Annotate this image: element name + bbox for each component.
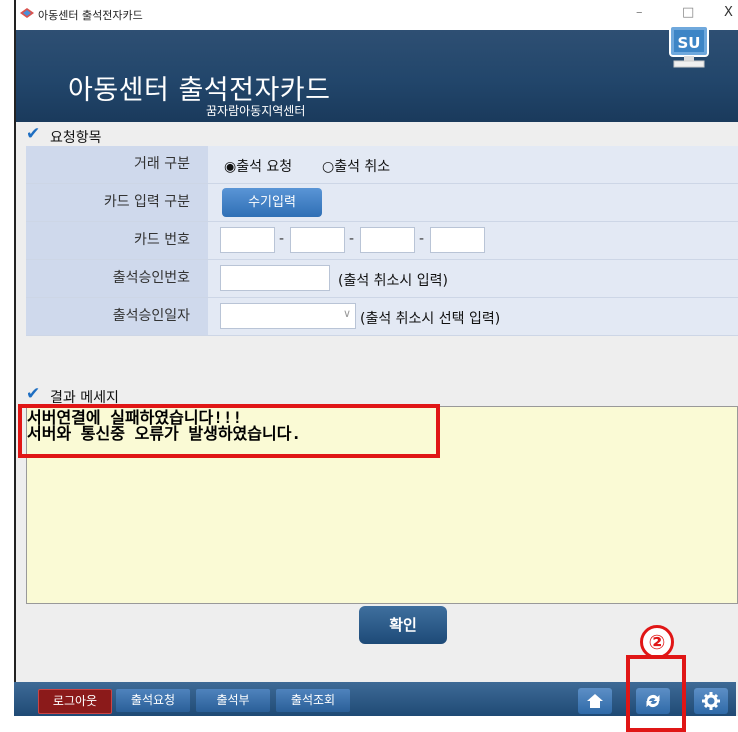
card-number-separator: - [349,231,355,247]
minimize-button[interactable]: – [636,5,643,20]
monitor-logo-icon: SU [668,24,710,72]
gear-icon [702,692,720,710]
center-name: 꿈자람아동지역센터 [206,104,306,118]
refresh-highlight-box [626,655,686,732]
transaction-type-label: 거래 구분 [26,146,208,183]
chevron-down-icon[interactable]: ∨ [343,307,351,320]
settings-button[interactable] [694,688,728,714]
radio-attend-cancel-label: 출석 취소 [334,159,391,175]
approval-date-note: (출석 취소시 선택 입력) [360,311,501,327]
checkmark-icon: ✔ [26,124,41,144]
card-number-separator: - [419,231,425,247]
approval-number-input[interactable] [220,265,330,291]
app-icon [20,8,34,21]
result-section-header: ✔ 결과 메세지 [16,384,738,406]
window-titlebar: 아동센터 출석전자카드 – □ X [16,0,738,30]
request-section-label: 요청항목 [50,130,102,146]
attend-request-button[interactable]: 출석요청 [116,689,190,712]
app-window: 아동센터 출석전자카드 – □ X 아동센터 출석전자카드 꿈자람아동지역센터 … [14,0,738,716]
card-input-type-label: 카드 입력 구분 [26,184,208,221]
attend-book-button[interactable]: 출석부 [196,689,270,712]
card-number-part-2[interactable] [290,227,345,253]
home-button[interactable] [578,688,612,714]
row-card-input-type: 카드 입력 구분 수기입력 [26,184,738,222]
approval-date-select[interactable]: ∨ [220,303,356,329]
radio-attend-request[interactable]: ◉출석 요청 [224,156,292,176]
checkmark-icon: ✔ [26,384,41,404]
maximize-button[interactable]: □ [682,5,694,20]
radio-attend-cancel[interactable]: ○출석 취소 [322,156,390,176]
annotation-marker: ② [640,625,674,659]
radio-attend-request-label: 출석 요청 [236,159,293,175]
manual-input-button[interactable]: 수기입력 [222,188,322,217]
row-approval-number: 출석승인번호 (출석 취소시 입력) [26,260,738,298]
card-number-part-3[interactable] [360,227,415,253]
approval-date-label: 출석승인일자 [26,298,208,335]
error-highlight-box [18,404,440,458]
card-number-part-1[interactable] [220,227,275,253]
close-button[interactable]: X [724,5,733,20]
approval-number-note: (출석 취소시 입력) [338,273,448,289]
request-section-header: ✔ 요청항목 [16,124,738,146]
attend-query-button[interactable]: 출석조회 [276,689,350,712]
app-header: 아동센터 출석전자카드 꿈자람아동지역센터 [16,30,738,122]
card-number-part-4[interactable] [430,227,485,253]
logout-button[interactable]: 로그아웃 [38,689,112,714]
window-title: 아동센터 출석전자카드 [38,9,143,22]
card-number-separator: - [279,231,285,247]
confirm-button[interactable]: 확인 [359,606,447,644]
row-transaction-type: 거래 구분 ◉출석 요청 ○출석 취소 [26,146,738,184]
row-card-number: 카드 번호 - - - [26,222,738,260]
logo-text: SU [678,34,701,52]
row-approval-date: 출석승인일자 ∨ (출석 취소시 선택 입력) [26,298,738,336]
home-icon [587,694,603,708]
card-number-label: 카드 번호 [26,222,208,259]
approval-number-label: 출석승인번호 [26,260,208,297]
